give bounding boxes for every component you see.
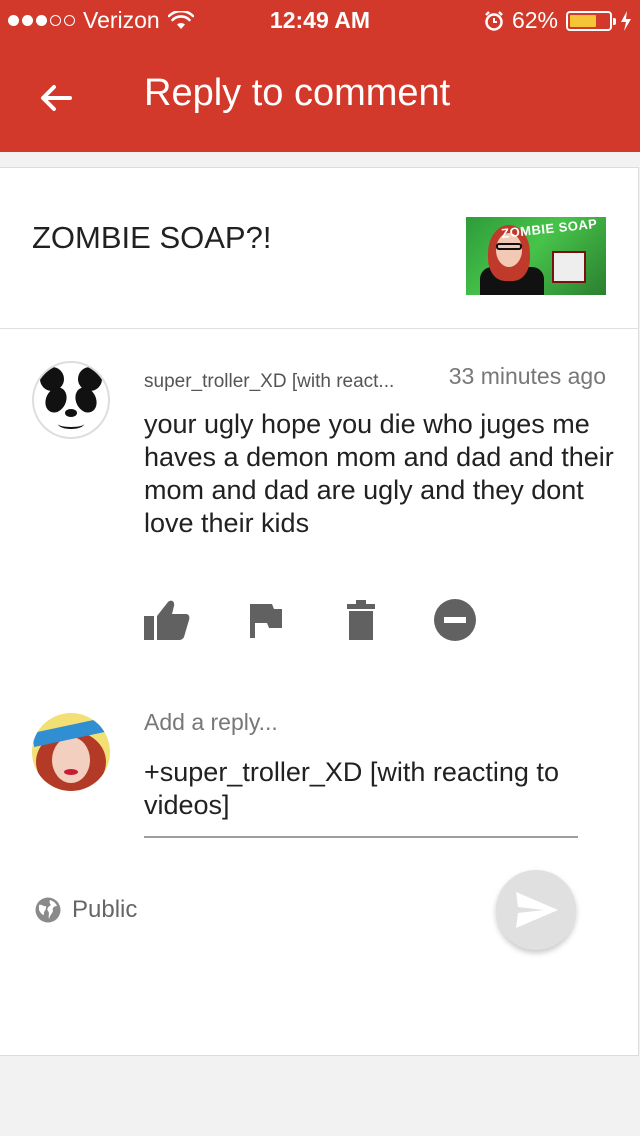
- flag-icon[interactable]: [244, 598, 290, 642]
- comment-text: your ugly hope you die who juges me have…: [144, 409, 614, 538]
- reply-label: Add a reply...: [144, 709, 278, 735]
- block-icon[interactable]: [432, 598, 478, 642]
- status-bar: Verizon 12:49 AM 62%: [0, 0, 640, 40]
- alarm-icon: [485, 10, 503, 31]
- reply-input-underline: [144, 836, 578, 838]
- send-button[interactable]: [496, 870, 576, 950]
- arrow-left-icon[interactable]: [36, 78, 76, 118]
- commenter-avatar[interactable]: [32, 361, 110, 439]
- app-header: Verizon 12:49 AM 62% Reply to comment: [0, 0, 640, 152]
- reply-card: ZOMBIE SOAP?! ZOMBIE SOAP super_troller_…: [0, 167, 639, 1056]
- thumbnail-caption: ZOMBIE SOAP: [500, 217, 599, 242]
- battery-percent: 62%: [511, 7, 558, 33]
- trash-icon[interactable]: [338, 598, 384, 642]
- video-title: ZOMBIE SOAP?!: [32, 220, 272, 255]
- video-row[interactable]: ZOMBIE SOAP?! ZOMBIE SOAP: [0, 168, 638, 329]
- battery-icon: [566, 10, 616, 31]
- video-thumbnail[interactable]: ZOMBIE SOAP: [466, 217, 606, 295]
- page-title: Reply to comment: [144, 72, 451, 114]
- comment-timestamp: 33 minutes ago: [448, 363, 606, 389]
- charging-icon: [621, 10, 631, 31]
- send-icon: [516, 892, 558, 928]
- user-avatar: [32, 713, 110, 791]
- visibility-label: Public: [72, 896, 138, 923]
- thumbs-up-icon[interactable]: [144, 598, 190, 642]
- reply-input[interactable]: +super_troller_XD [with reacting to vide…: [144, 756, 594, 822]
- commenter-username[interactable]: super_troller_XD [with react...: [144, 371, 404, 393]
- globe-icon: [35, 897, 61, 923]
- visibility-selector[interactable]: Public: [34, 896, 137, 924]
